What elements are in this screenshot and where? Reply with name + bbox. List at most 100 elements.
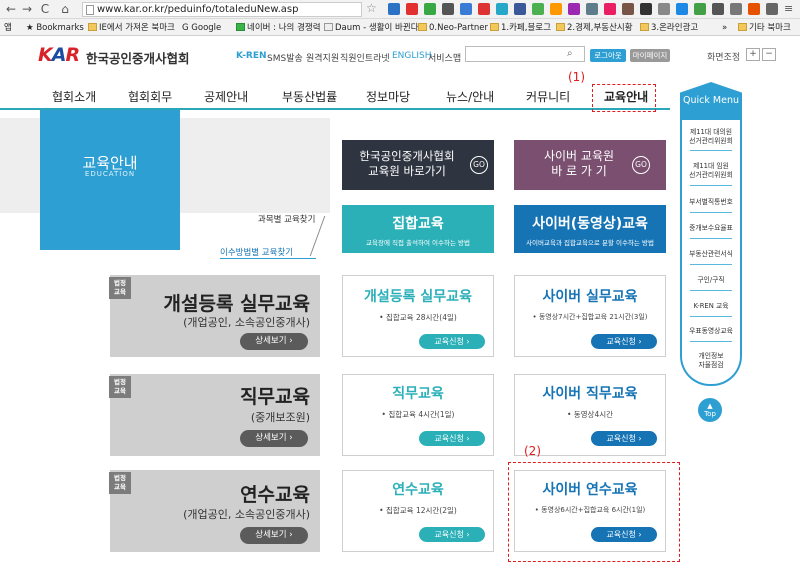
extension-icon[interactable]	[694, 3, 706, 15]
nav-info[interactable]: 정보마당	[366, 88, 410, 105]
nav-mutual-aid[interactable]: 공제안내	[204, 88, 248, 105]
bookmark-naver[interactable]: 네이버 : 나의 경쟁력	[236, 22, 321, 34]
extension-icon[interactable]	[748, 3, 760, 15]
extension-icon[interactable]	[424, 3, 436, 15]
extension-icon[interactable]	[676, 3, 688, 15]
bookmark-bookmarks[interactable]: ★ Bookmarks	[26, 22, 84, 34]
util-link-sms[interactable]: SMS발송	[267, 51, 303, 64]
mypage-button[interactable]: 마이페이지	[630, 49, 670, 62]
bookmark-economy[interactable]: 2.경제,부동산시황	[556, 22, 633, 34]
extension-icon[interactable]	[550, 3, 562, 15]
scroll-top-button[interactable]: ▲ Top	[698, 398, 722, 422]
apply-button[interactable]: 교육신청 ›	[419, 527, 485, 542]
search-by-subject-link[interactable]: 과목별 교육찾기	[258, 213, 315, 225]
apply-button[interactable]: 교육신청 ›	[591, 431, 657, 446]
bookmark-ie[interactable]: IE에서 가져온 북마크	[88, 22, 175, 34]
extension-icon[interactable]	[604, 3, 616, 15]
quick-item-fee-table[interactable]: 중개보수요율표	[682, 224, 740, 233]
address-bar[interactable]: www.kar.or.kr/peduinfo/totaleduNew.asp	[82, 2, 362, 17]
annotation-box-1	[592, 84, 656, 112]
extension-icon[interactable]	[406, 3, 418, 15]
offline-academy-banner[interactable]: 한국공인중개사협회 교육원 바로가기 GO	[342, 140, 494, 190]
quick-item-phone[interactable]: 부서별직통번호	[682, 198, 740, 207]
logout-button[interactable]: 로그아웃	[590, 49, 626, 62]
quick-item-kren-education[interactable]: K-REN 교육	[682, 302, 740, 311]
menu-icon[interactable]: ≡	[784, 2, 793, 15]
quick-item-privacy-check[interactable]: 개인정보 자율점검	[682, 352, 740, 370]
bookmark-google[interactable]: G Google	[182, 22, 221, 34]
cyber-education-header: 사이버(동영상)교육 사이버교육과 집합교육으로 분할 이수하는 방법	[514, 205, 666, 253]
legal-badge: 법정 교육	[109, 376, 131, 398]
util-link-english[interactable]: ENGLISH	[392, 51, 432, 61]
bookmark-ads[interactable]: 3.온라인광고	[640, 22, 698, 34]
extension-icon[interactable]	[442, 3, 454, 15]
quick-divider	[690, 290, 732, 291]
association-name[interactable]: 한국공인중개사협회	[86, 48, 190, 67]
nav-affairs[interactable]: 협회회무	[128, 88, 172, 105]
zoom-out-icon[interactable]: −	[762, 48, 776, 61]
annotation-box-2	[508, 462, 680, 562]
detail-button[interactable]: 상세보기 ›	[240, 430, 308, 447]
extension-icon[interactable]	[766, 3, 778, 15]
browser-toolbar: ← → C ⌂ www.kar.or.kr/peduinfo/totaleduN…	[0, 0, 800, 19]
card-title: 사이버 실무교육	[542, 289, 638, 305]
course-box-duty: 법정 교육 직무교육 (중개보조원) 상세보기 ›	[109, 374, 320, 456]
extension-icon[interactable]	[730, 3, 742, 15]
quick-item-forms[interactable]: 부동산관련서식	[682, 250, 740, 259]
apply-button[interactable]: 교육신청 ›	[591, 334, 657, 349]
search-by-method-link[interactable]: 이수방법별 교육찾기	[220, 246, 316, 259]
reload-icon[interactable]: C	[38, 2, 52, 16]
group-card-duty: 직무교육 • 집합교육 4시간(1일) 교육신청 ›	[342, 374, 494, 456]
extension-icon[interactable]	[496, 3, 508, 15]
extension-icon[interactable]	[514, 3, 526, 15]
util-link-remote[interactable]: 원격지원	[306, 51, 339, 64]
page-icon	[86, 5, 94, 15]
extension-icon[interactable]	[622, 3, 634, 15]
group-education-header: 집합교육 교육장에 직접 출석하여 이수하는 방법	[342, 205, 494, 253]
zoom-in-icon[interactable]: +	[746, 48, 760, 61]
extension-icon[interactable]	[586, 3, 598, 15]
star-icon[interactable]: ☆	[366, 1, 377, 15]
detail-button[interactable]: 상세보기 ›	[240, 333, 308, 350]
bookmark-cafe[interactable]: 1.카페,블로그	[490, 22, 551, 34]
nav-law[interactable]: 부동산법률	[282, 88, 337, 105]
extension-icon[interactable]	[658, 3, 670, 15]
util-link-servicemap[interactable]: 서비스맵	[428, 51, 461, 64]
quick-item-delegate-election[interactable]: 제11대 대의원 선거관리위원회	[682, 128, 740, 146]
detail-button[interactable]: 상세보기 ›	[240, 527, 308, 544]
quick-divider	[690, 185, 732, 186]
extension-icon[interactable]	[532, 3, 544, 15]
nav-community[interactable]: 커뮤니티	[526, 88, 570, 105]
group-education-desc: 교육장에 직접 출석하여 이수하는 방법	[366, 239, 470, 247]
course-subtitle: (중개보조원)	[250, 411, 310, 424]
quick-item-jobs[interactable]: 구인/구직	[682, 276, 740, 285]
extension-icon[interactable]	[460, 3, 472, 15]
bookmark-daum[interactable]: Daum - 생활이 바뀐다	[324, 22, 419, 34]
bookmark-overflow[interactable]: »	[722, 22, 727, 34]
util-link-kren[interactable]: K-REN	[236, 51, 267, 61]
nav-news[interactable]: 뉴스/안내	[446, 88, 494, 105]
apply-button[interactable]: 교육신청 ›	[419, 334, 485, 349]
quick-item-video-education[interactable]: 우표동영상교육	[682, 327, 740, 336]
apply-button[interactable]: 교육신청 ›	[419, 431, 485, 446]
extension-icon[interactable]	[388, 3, 400, 15]
util-link-intranet[interactable]: 직원인트라넷	[340, 51, 390, 64]
cyber-academy-banner[interactable]: 사이버 교육원 바 로 가 기 GO	[514, 140, 666, 190]
forward-icon[interactable]: →	[20, 2, 34, 16]
bookmark-other[interactable]: 기타 북마크	[738, 22, 791, 34]
nav-intro[interactable]: 협회소개	[52, 88, 96, 105]
banner-line: 교육원 바로가기	[368, 164, 446, 178]
home-icon[interactable]: ⌂	[58, 2, 72, 16]
extension-icon[interactable]	[568, 3, 580, 15]
quick-divider	[690, 150, 732, 151]
search-icon[interactable]: ⌕	[567, 48, 573, 59]
extension-icon[interactable]	[478, 3, 490, 15]
bookmark-apps[interactable]: 앱	[4, 22, 12, 34]
quick-item-officer-election[interactable]: 제11대 임원 선거관리위원회	[682, 162, 740, 180]
extension-icon[interactable]	[640, 3, 652, 15]
back-icon[interactable]: ←	[4, 2, 18, 16]
bookmark-neo[interactable]: 0.Neo-Partner	[418, 22, 488, 34]
extension-icon[interactable]	[712, 3, 724, 15]
site-logo[interactable]: KAR	[38, 44, 80, 66]
banner-line: 사이버 교육원	[543, 149, 615, 163]
